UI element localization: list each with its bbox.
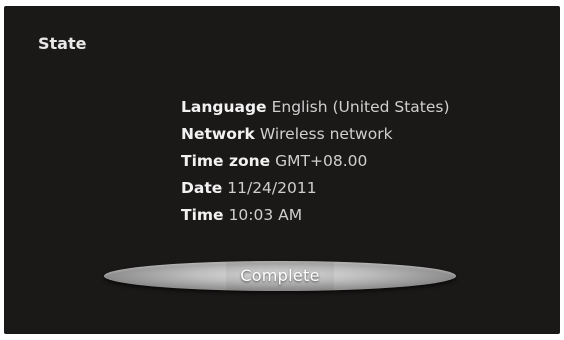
language-value: English (United States) — [271, 98, 450, 116]
screen-title: State — [38, 34, 87, 53]
summary-row-timezone: Time zone GMT+08.00 — [181, 148, 450, 175]
time-value: 10:03 AM — [228, 206, 303, 224]
summary-row-date: Date 11/24/2011 — [181, 175, 450, 202]
summary-row-time: Time 10:03 AM — [181, 202, 450, 229]
timezone-value: GMT+08.00 — [275, 152, 368, 170]
date-value: 11/24/2011 — [227, 179, 317, 197]
language-label: Language — [181, 98, 267, 116]
timezone-label: Time zone — [181, 152, 271, 170]
summary-row-language: Language English (United States) — [181, 94, 450, 121]
network-label: Network — [181, 125, 255, 143]
network-value: Wireless network — [259, 125, 393, 143]
complete-button[interactable]: Complete — [104, 261, 456, 291]
time-label: Time — [181, 206, 224, 224]
date-label: Date — [181, 179, 223, 197]
settings-summary: Language English (United States) Network W… — [181, 94, 450, 229]
summary-row-network: Network Wireless network — [181, 121, 450, 148]
complete-button-label: Complete — [226, 261, 334, 291]
setup-screen: State Language English (United States) Ne… — [4, 6, 560, 334]
